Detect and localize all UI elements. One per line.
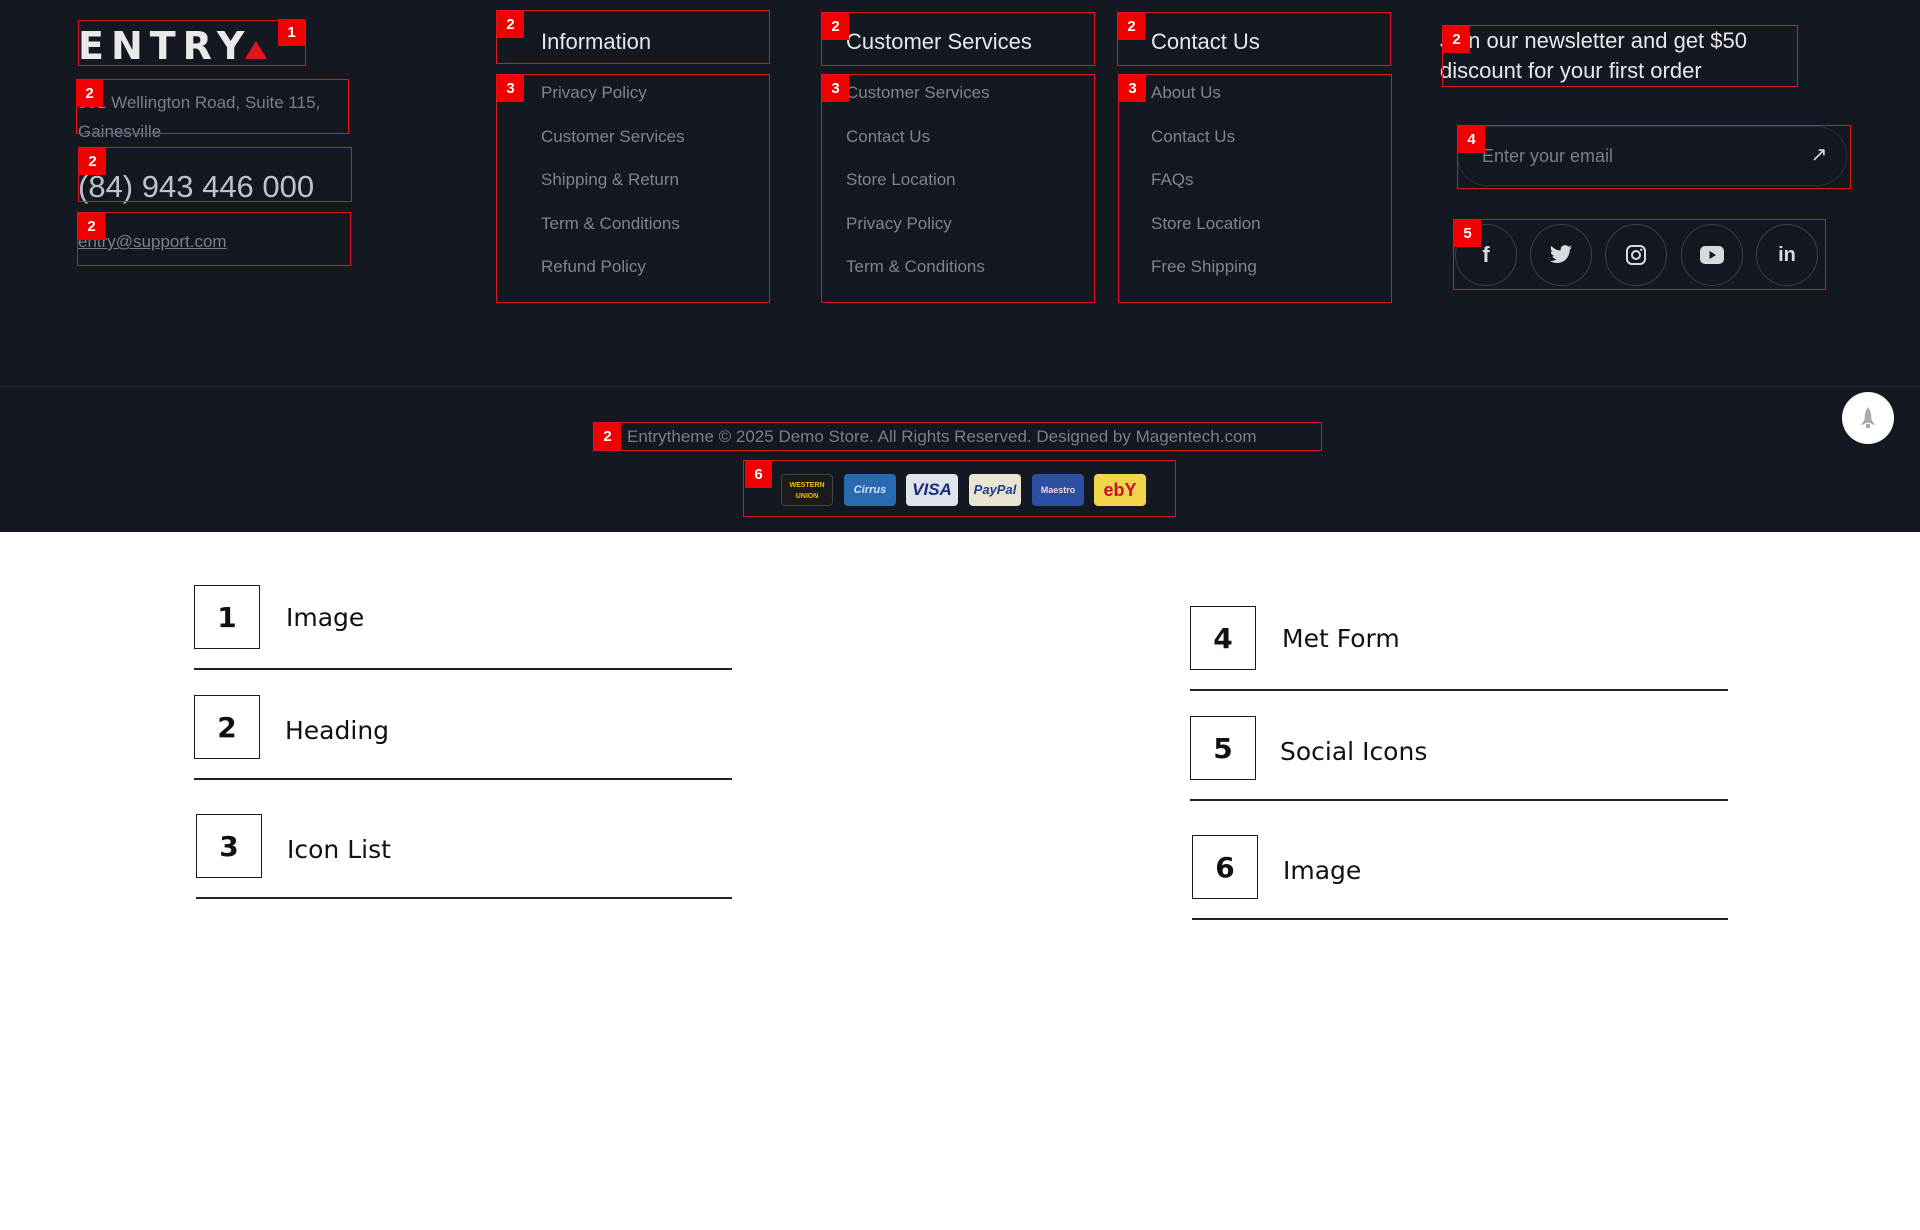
legend-divider xyxy=(194,668,732,670)
footer-divider xyxy=(0,386,1920,387)
annotation-badge: 1 xyxy=(278,19,305,46)
annotation-badge: 2 xyxy=(76,80,103,107)
annotation-box-heading xyxy=(821,12,1095,66)
annotation-badge: 2 xyxy=(594,423,621,450)
legend-number: 3 xyxy=(196,814,262,878)
annotation-badge: 2 xyxy=(497,11,524,38)
annotation-box-form xyxy=(1457,125,1851,189)
legend-label: Social Icons xyxy=(1280,737,1428,766)
site-footer: ENTRY 1 301 Wellington Road, Suite 115, … xyxy=(0,0,1920,532)
legend-item: 5 Social Icons xyxy=(1190,716,1730,782)
annotation-badge: 3 xyxy=(1119,75,1146,102)
annotation-box-image xyxy=(743,460,1176,517)
legend-divider xyxy=(194,778,732,780)
legend-number: 4 xyxy=(1190,606,1256,670)
annotation-badge: 4 xyxy=(1458,126,1485,153)
scroll-to-top-button[interactable] xyxy=(1842,392,1894,444)
legend-divider xyxy=(1190,799,1728,801)
annotation-badge: 2 xyxy=(822,13,849,40)
legend-item: 4 Met Form xyxy=(1190,606,1730,672)
annotation-box-heading xyxy=(496,10,770,64)
annotation-badge: 5 xyxy=(1454,220,1481,247)
legend-item: 2 Heading xyxy=(194,695,734,761)
annotation-box-heading xyxy=(1442,25,1798,87)
legend-item: 3 Icon List xyxy=(196,814,736,880)
annotation-box-social xyxy=(1453,219,1826,290)
annotation-box-logo xyxy=(78,20,306,66)
legend-divider xyxy=(1190,689,1728,691)
legend-divider xyxy=(196,897,732,899)
annotation-badge: 6 xyxy=(745,461,772,488)
annotation-badge: 2 xyxy=(1118,13,1145,40)
annotation-box-heading xyxy=(1117,12,1391,66)
annotation-box-heading xyxy=(593,422,1322,451)
legend-item: 1 Image xyxy=(194,585,734,651)
annotation-box-phone xyxy=(78,147,352,202)
legend-item: 6 Image xyxy=(1192,835,1732,901)
legend-label: Image xyxy=(286,603,365,632)
annotation-badge: 2 xyxy=(78,213,105,240)
annotation-badge: 2 xyxy=(1443,26,1470,53)
annotation-badge: 3 xyxy=(822,75,849,102)
legend-label: Image xyxy=(1283,856,1362,885)
legend-divider xyxy=(1192,918,1728,920)
legend-number: 6 xyxy=(1192,835,1258,899)
legend-number: 5 xyxy=(1190,716,1256,780)
legend-label: Heading xyxy=(285,716,390,745)
legend-number: 2 xyxy=(194,695,260,759)
rocket-icon xyxy=(1861,407,1875,428)
annotation-box-list xyxy=(496,74,770,303)
annotation-box-list xyxy=(821,74,1095,303)
annotation-box-list xyxy=(1118,74,1392,303)
annotation-badge: 3 xyxy=(497,75,524,102)
annotation-box-address xyxy=(76,79,349,134)
legend-label: Met Form xyxy=(1282,624,1400,653)
legend-label: Icon List xyxy=(287,835,391,864)
legend-number: 1 xyxy=(194,585,260,649)
annotation-box-email xyxy=(77,212,351,266)
annotation-badge: 2 xyxy=(79,148,106,175)
